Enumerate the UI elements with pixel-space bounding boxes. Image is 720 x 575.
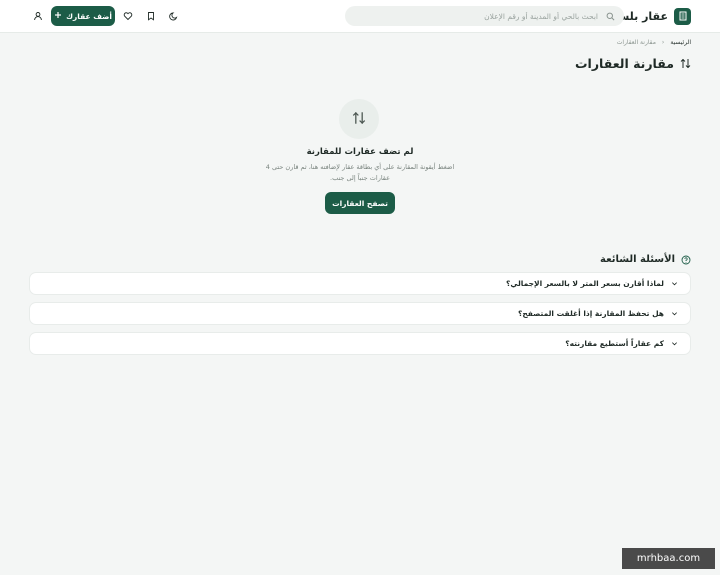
- empty-state-icon: [339, 99, 379, 139]
- faq-title-text: الأسئلة الشائعة: [600, 254, 675, 265]
- help-circle-icon: [681, 250, 691, 269]
- search-input[interactable]: [353, 11, 598, 21]
- plus-icon: [54, 11, 62, 21]
- faq-item[interactable]: هل تحفظ المقارنة إذا أغلقت المتصفح؟: [29, 302, 691, 325]
- faq-item[interactable]: لماذا أقارن بسعر المتر لا بالسعر الإجمال…: [29, 272, 691, 295]
- building-icon: [674, 7, 691, 25]
- faq-question: هل تحفظ المقارنة إذا أغلقت المتصفح؟: [517, 309, 664, 318]
- browse-properties-button[interactable]: تصفح العقارات: [325, 192, 395, 214]
- user-icon[interactable]: [32, 10, 44, 22]
- add-property-button[interactable]: أضف عقارك: [51, 6, 115, 26]
- heart-icon[interactable]: [122, 10, 134, 22]
- top-header: عقار بلس أضف عقارك: [0, 0, 720, 33]
- faq-question: لماذا أقارن بسعر المتر لا بالسعر الإجمال…: [506, 279, 664, 288]
- bookmark-icon[interactable]: [145, 10, 157, 22]
- faq-title: الأسئلة الشائعة: [600, 250, 691, 269]
- breadcrumb-separator: ‹: [661, 39, 665, 46]
- chevron-down-icon: [670, 280, 678, 288]
- breadcrumb: الرئيسية ‹ مقارنة العقارات: [617, 39, 691, 46]
- breadcrumb-home[interactable]: الرئيسية: [670, 39, 691, 46]
- empty-state-description: اضغط أيقونة المقارنة على أي بطاقة عقار ل…: [265, 163, 455, 182]
- add-property-label: أضف عقارك: [66, 11, 112, 21]
- search-bar: [345, 6, 624, 26]
- search-icon: [604, 10, 616, 22]
- faq-question: كم عقاراً أستطيع مقارنته؟: [565, 339, 664, 348]
- chevron-down-icon: [670, 310, 678, 318]
- page-title: مقارنة العقارات: [575, 54, 691, 73]
- breadcrumb-current: مقارنة العقارات: [616, 39, 656, 46]
- brand-logo[interactable]: عقار بلس: [614, 7, 691, 25]
- compare-icon: [352, 110, 366, 129]
- moon-icon[interactable]: [168, 10, 180, 22]
- page-title-text: مقارنة العقارات: [574, 56, 674, 71]
- faq-item[interactable]: كم عقاراً أستطيع مقارنته؟: [29, 332, 691, 355]
- chevron-down-icon: [670, 340, 678, 348]
- empty-state-title: لم تضف عقارات للمقارنة: [306, 147, 414, 157]
- compare-icon: [680, 54, 691, 73]
- watermark: mrhbaa.com: [622, 548, 715, 569]
